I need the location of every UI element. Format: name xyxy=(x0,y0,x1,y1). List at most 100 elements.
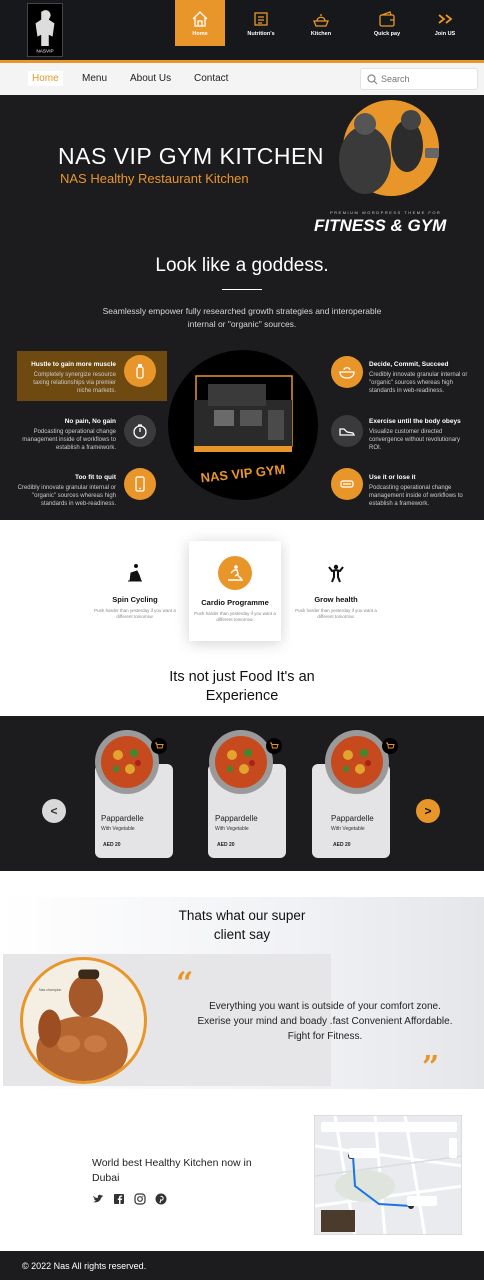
home-icon xyxy=(192,11,208,27)
copyright-text: © 2022 Nas All rights reserved. xyxy=(22,1261,147,1271)
feature-text: Visualize customer directed convergence … xyxy=(369,429,461,451)
hero-subtitle: NAS Healthy Restaurant Kitchen xyxy=(60,171,249,186)
brand-logo[interactable]: NASVIP xyxy=(27,3,63,57)
add-to-cart-button[interactable] xyxy=(266,738,282,754)
badge-title: FITNESS & GYM xyxy=(314,216,447,235)
topnav-home[interactable]: Home xyxy=(175,0,225,46)
experience-title-text: Its not just Food It's an Experience xyxy=(169,669,315,704)
quote-open-icon: “ xyxy=(176,966,194,1001)
badge-tagline: PREMIUM WORDPRESS THEME FOR xyxy=(330,210,442,215)
feature-text: Credibly innovate granular internal or "… xyxy=(17,485,116,507)
add-to-cart-button[interactable] xyxy=(382,738,398,754)
headline-divider xyxy=(222,289,262,290)
product-price: AED 20 xyxy=(333,842,351,848)
feature-icon-badge xyxy=(331,356,363,388)
product-price: AED 20 xyxy=(103,842,121,848)
topnav-label: Home xyxy=(192,31,208,37)
product-name: Pappardelle xyxy=(101,814,144,823)
programme-card-spin-cycling[interactable]: Spin Cycling Push harder than yesterday … xyxy=(89,541,181,641)
testimonial-title-text: Thats what our super client say xyxy=(178,908,306,942)
feature-title: Hustle to gain more muscle xyxy=(31,361,116,368)
feature-icon-badge xyxy=(124,468,156,500)
topnav-label: Quick pay xyxy=(373,31,401,37)
cart-icon xyxy=(155,742,164,749)
programme-desc: Push harder than yesterday if you want a… xyxy=(194,611,276,622)
programme-title: Grow health xyxy=(314,595,358,604)
twitter-icon[interactable] xyxy=(92,1193,104,1205)
subnav-contact[interactable]: Contact xyxy=(194,73,228,84)
product-name: Pappardelle xyxy=(215,814,258,823)
subnav-home[interactable]: Home xyxy=(28,71,63,86)
hero-description: Seamlessly empower fully researched grow… xyxy=(102,306,382,329)
feature-icon-badge xyxy=(124,415,156,447)
topnav-join-us[interactable]: Join US xyxy=(420,0,470,46)
programme-title: Spin Cycling xyxy=(112,595,158,604)
topnav-kitchen[interactable]: Kitchen xyxy=(296,0,346,46)
carousel-next-button[interactable]: > xyxy=(416,799,440,823)
search-input[interactable] xyxy=(381,72,473,86)
feature-right-2: Exercise until the body obeys Visualize … xyxy=(369,418,473,452)
topnav-nutrition[interactable]: Nutrition's xyxy=(236,0,286,46)
testimonial-text: Everything you want is outside of your c… xyxy=(197,1001,453,1042)
feature-title: No pain, No gain xyxy=(64,418,116,425)
kitchen-icon xyxy=(313,14,329,27)
wallet-icon xyxy=(379,11,395,27)
subnav-menu[interactable]: Menu xyxy=(82,73,107,84)
product-subtitle: With Vegetable xyxy=(215,826,249,832)
gym-building-image: NAS VIP GYM xyxy=(168,350,318,500)
feature-title: Decide, Commit, Succeed xyxy=(369,361,449,368)
carousel-prev-button[interactable]: < xyxy=(42,799,66,823)
programme-card-cardio[interactable]: Cardio Programme Push harder than yester… xyxy=(189,541,281,641)
cart-icon xyxy=(386,742,395,749)
experience-title: Its not just Food It's an Experience xyxy=(0,668,484,706)
feature-text: Credibly innovate granular internal or "… xyxy=(369,372,468,394)
gym-sign-text: NAS VIP GYM xyxy=(200,462,286,486)
feature-title: Too fit to quit xyxy=(74,474,116,481)
avatar-caption: Nas champion xyxy=(39,988,62,992)
stopwatch-icon xyxy=(133,424,147,439)
cycling-icon xyxy=(128,564,142,582)
product-image xyxy=(324,729,390,795)
hero-headline: Look like a goddess. xyxy=(155,255,329,276)
product-name: Pappardelle xyxy=(331,814,374,823)
product-image xyxy=(208,729,274,795)
logo-text: NASVIP xyxy=(36,49,53,55)
cart-icon xyxy=(270,742,279,749)
feature-left-2: No pain, No gain Podcasting operational … xyxy=(14,418,116,452)
programme-title: Cardio Programme xyxy=(201,598,269,607)
search-icon xyxy=(367,74,378,85)
feature-icon-badge xyxy=(331,415,363,447)
treadmill-icon xyxy=(228,565,244,581)
programme-desc: Push harder than yesterday if you want a… xyxy=(295,608,377,619)
feature-right-3: Use it or lose it Podcasting operational… xyxy=(369,474,473,508)
phone-icon xyxy=(135,476,145,492)
programme-desc: Push harder than yesterday if you want a… xyxy=(94,608,176,619)
instagram-icon[interactable] xyxy=(134,1193,146,1205)
product-subtitle: With Vegetable xyxy=(101,826,135,832)
testimonial-title: Thats what our super client say xyxy=(0,906,484,944)
topnav-label: Kitchen xyxy=(310,31,332,37)
subnav-about-us[interactable]: About Us xyxy=(130,73,171,84)
search-box[interactable] xyxy=(360,68,478,90)
double-chevron-icon xyxy=(438,14,453,24)
feature-left-1: Hustle to gain more muscle Completely sy… xyxy=(20,361,116,395)
location-map[interactable] xyxy=(314,1115,462,1235)
nutrition-icon xyxy=(254,12,268,26)
feature-title: Use it or lose it xyxy=(369,474,416,481)
add-to-cart-button[interactable] xyxy=(151,738,167,754)
product-price: AED 20 xyxy=(217,842,235,848)
feature-left-3: Too fit to quit Credibly innovate granul… xyxy=(14,474,116,508)
feature-text: Podcasting operational change management… xyxy=(22,429,116,451)
icon-badge xyxy=(218,556,252,590)
programme-card-grow-health[interactable]: Grow health Push harder than yesterday i… xyxy=(290,541,382,641)
topnav-label: Nutrition's xyxy=(247,31,275,37)
hero-title: NAS VIP GYM KITCHEN xyxy=(58,143,324,169)
feature-icon-badge xyxy=(331,468,363,500)
bottle-icon xyxy=(136,364,144,379)
facebook-icon[interactable] xyxy=(113,1193,125,1205)
product-image xyxy=(94,729,160,795)
scale-icon xyxy=(340,480,354,488)
feature-title: Exercise until the body obeys xyxy=(369,418,461,425)
pinterest-icon[interactable] xyxy=(155,1193,167,1205)
topnav-quick-pay[interactable]: Quick pay xyxy=(362,0,412,46)
